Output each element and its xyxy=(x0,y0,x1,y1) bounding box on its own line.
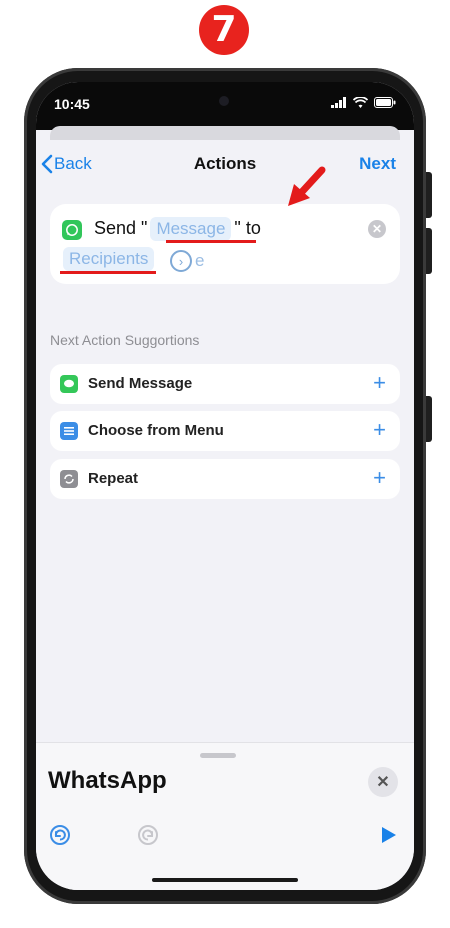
suggestion-label: Choose from Menu xyxy=(88,422,224,439)
send-message-action-card: Send " Message " to Recipients › e ✕ xyxy=(50,204,400,284)
messages-icon xyxy=(60,375,78,393)
app-bottom-sheet: WhatsApp ✕ xyxy=(36,742,414,890)
background-sheet-edge xyxy=(50,126,400,140)
sheet-title: WhatsApp xyxy=(48,767,167,794)
play-icon[interactable] xyxy=(378,825,398,845)
sheet-close-button[interactable]: ✕ xyxy=(368,767,398,797)
menu-icon xyxy=(60,422,78,440)
step-number-badge: 7 xyxy=(199,5,249,55)
battery-icon xyxy=(374,97,396,108)
add-icon[interactable]: + xyxy=(373,418,386,442)
annotation-arrow-icon xyxy=(288,166,326,206)
undo-icon[interactable] xyxy=(48,823,72,847)
add-icon[interactable]: + xyxy=(373,466,386,490)
power-button xyxy=(426,396,432,442)
status-time: 10:45 xyxy=(54,96,90,112)
chevron-right-icon: › xyxy=(178,253,184,269)
suggestion-repeat[interactable]: Repeat + xyxy=(50,459,400,499)
suggestion-choose-from-menu[interactable]: Choose from Menu + xyxy=(50,411,400,451)
signal-icon xyxy=(331,97,346,108)
annotation-underline-recipients xyxy=(60,271,156,274)
volume-up-button xyxy=(426,172,432,218)
phone-screen: 10:45 Back Actions Next Send " Message "… xyxy=(36,82,414,890)
front-camera xyxy=(219,96,229,106)
suggestion-send-message[interactable]: Send Message + xyxy=(50,364,400,404)
volume-down-button xyxy=(426,228,432,274)
remove-action-button[interactable]: ✕ xyxy=(368,220,386,238)
status-bar: 10:45 xyxy=(36,82,414,130)
status-icons xyxy=(331,97,396,108)
suggestion-label: Repeat xyxy=(88,470,139,487)
redo-icon[interactable] xyxy=(136,823,160,847)
close-icon: ✕ xyxy=(371,222,383,236)
annotation-underline-message xyxy=(166,240,256,243)
close-icon: ✕ xyxy=(376,774,390,791)
whatsapp-icon xyxy=(62,220,82,240)
suggestions-header: Next Action Suggortions xyxy=(50,332,200,348)
more-text: e xyxy=(195,251,205,270)
home-indicator xyxy=(152,878,298,882)
next-button[interactable]: Next xyxy=(359,154,396,174)
send-text: Send " xyxy=(94,218,148,238)
page-title: Actions xyxy=(193,154,257,173)
repeat-icon xyxy=(60,470,78,488)
show-more-button[interactable]: › xyxy=(170,250,192,272)
add-icon[interactable]: + xyxy=(373,371,386,395)
suggestion-label: Send Message xyxy=(88,375,193,392)
message-token[interactable]: Message xyxy=(150,217,232,241)
wifi-icon xyxy=(353,97,368,108)
sheet-grabber[interactable] xyxy=(200,753,236,758)
action-sentence: Send " Message " to xyxy=(94,217,261,241)
recipients-token[interactable]: Recipients xyxy=(63,247,155,271)
to-text: " to xyxy=(234,218,261,238)
